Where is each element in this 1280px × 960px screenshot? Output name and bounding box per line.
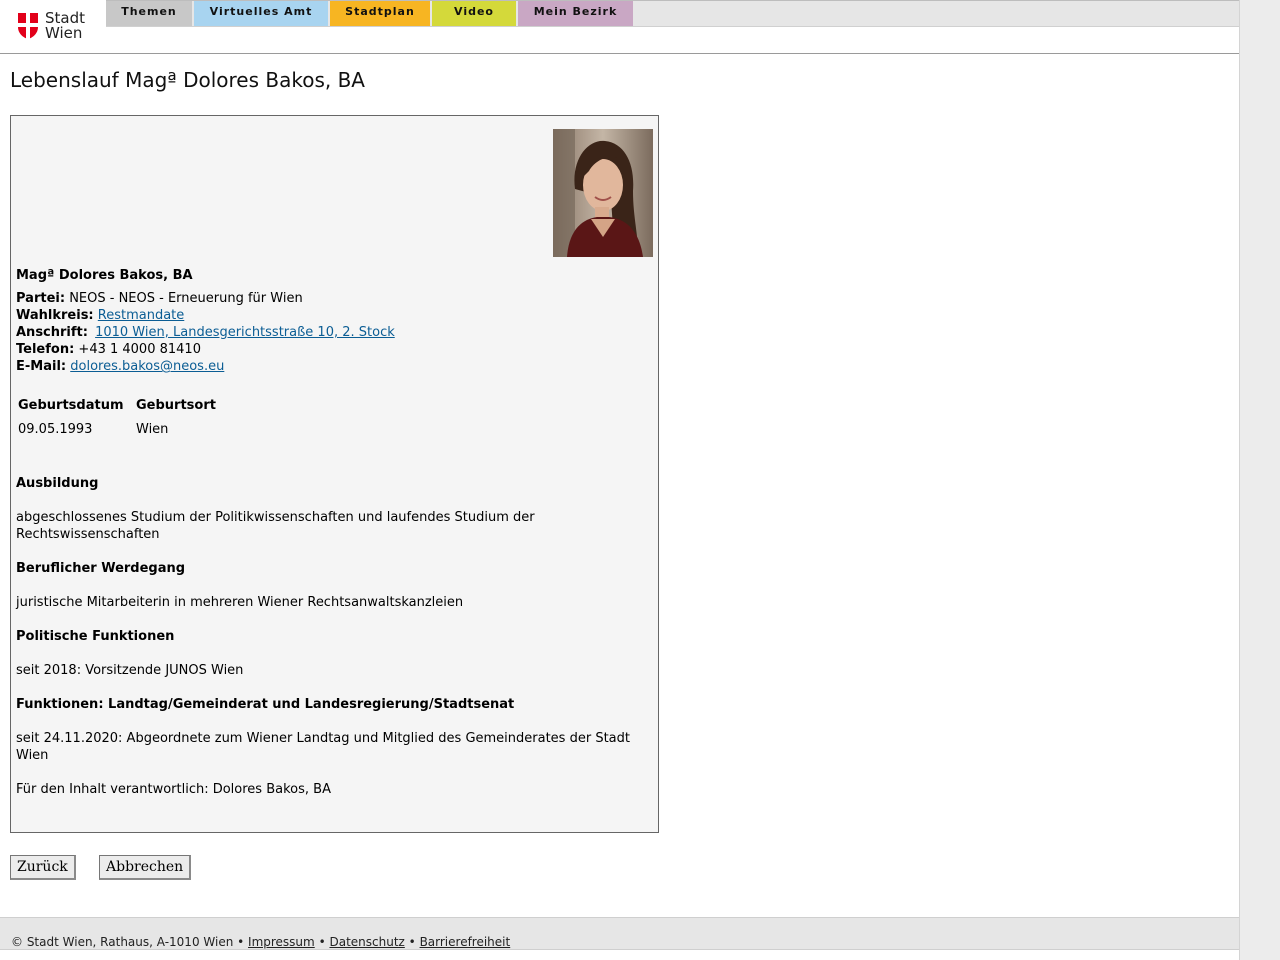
party-row: Partei: NEOS - NEOS - Erneuerung für Wie… xyxy=(16,290,303,307)
section-heading-ausbildung: Ausbildung xyxy=(16,476,99,491)
section-heading-politik: Politische Funktionen xyxy=(16,629,175,644)
address-link[interactable]: 1010 Wien, Landesgerichtsstraße 10, 2. S… xyxy=(95,325,395,340)
footer-separator-2: • xyxy=(408,935,416,949)
wien-shield-icon xyxy=(18,13,38,39)
section-heading-beruf: Beruflicher Werdegang xyxy=(16,561,186,576)
logo-text: Stadt Wien xyxy=(45,11,85,41)
footer-text: © Stadt Wien, Rathaus, A-1010 Wien • Imp… xyxy=(11,935,510,949)
cancel-button[interactable]: Abbrechen xyxy=(99,855,192,880)
footer-separator-1: • xyxy=(318,935,326,949)
telefon-row: Telefon: +43 1 4000 81410 xyxy=(16,341,201,358)
section-text-ausbildung: abgeschlossenes Studium der Politikwisse… xyxy=(16,510,535,542)
portrait-image xyxy=(553,129,653,257)
footer-copyright: © Stadt Wien, Rathaus, A-1010 Wien • xyxy=(11,935,245,949)
party-value: NEOS - NEOS - Erneuerung für Wien xyxy=(69,291,303,306)
anschrift-row: Anschrift: 1010 Wien, Landesgerichtsstra… xyxy=(16,324,395,341)
person-name: Magª Dolores Bakos, BA xyxy=(16,268,193,283)
email-label: E-Mail: xyxy=(16,359,67,374)
nav-tab-stadtplan[interactable]: Stadtplan xyxy=(330,1,430,26)
nav-tab-themen[interactable]: Themen xyxy=(106,1,192,26)
section-text-beruf: juristische Mitarbeiterin in mehreren Wi… xyxy=(16,595,464,610)
birth-place-header: Geburtsort xyxy=(136,398,216,413)
page-title: Lebenslauf Magª Dolores Bakos, BA xyxy=(10,68,365,92)
back-button[interactable]: Zurück xyxy=(10,855,76,880)
logo-line-2: Wien xyxy=(45,24,83,42)
responsible-note: Für den Inhalt verantwortlich: Dolores B… xyxy=(16,782,331,797)
cv-card: Magª Dolores Bakos, BA Partei: NEOS - NE… xyxy=(10,115,659,833)
site-footer: © Stadt Wien, Rathaus, A-1010 Wien • Imp… xyxy=(0,917,1239,950)
nav-tab-video[interactable]: Video xyxy=(432,1,516,26)
wahlkreis-link[interactable]: Restmandate xyxy=(98,308,185,323)
nav-tab-mein-bezirk[interactable]: Mein Bezirk xyxy=(518,1,633,26)
party-label: Partei: xyxy=(16,291,66,306)
birth-date-value: 09.05.1993 xyxy=(18,422,93,437)
wahlkreis-label: Wahlkreis: xyxy=(16,308,94,323)
section-heading-funktionen: Funktionen: Landtag/Gemeinderat und Land… xyxy=(16,697,515,712)
birth-place-value: Wien xyxy=(136,422,169,437)
main-navigation: Themen Virtuelles Amt Stadtplan Video Me… xyxy=(106,0,1239,27)
footer-impressum-link[interactable]: Impressum xyxy=(248,935,315,949)
footer-datenschutz-link[interactable]: Datenschutz xyxy=(329,935,404,949)
vertical-scrollbar[interactable] xyxy=(1239,0,1280,960)
email-link[interactable]: dolores.bakos@neos.eu xyxy=(70,359,224,374)
telefon-label: Telefon: xyxy=(16,342,75,357)
birth-date-header: Geburtsdatum xyxy=(18,398,124,413)
telefon-value: +43 1 4000 81410 xyxy=(78,342,201,357)
footer-barrierefreiheit-link[interactable]: Barrierefreiheit xyxy=(420,935,511,949)
email-row: E-Mail: dolores.bakos@neos.eu xyxy=(16,358,224,375)
site-header: Stadt Wien Themen Virtuelles Amt Stadtpl… xyxy=(0,0,1239,54)
wahlkreis-row: Wahlkreis: Restmandate xyxy=(16,307,184,324)
section-text-funktionen: seit 24.11.2020: Abgeordnete zum Wiener … xyxy=(16,731,630,763)
anschrift-label: Anschrift: xyxy=(16,325,88,340)
nav-tab-virtuelles-amt[interactable]: Virtuelles Amt xyxy=(194,1,328,26)
portrait-photo xyxy=(553,129,653,257)
stadt-wien-logo[interactable]: Stadt Wien xyxy=(17,10,97,42)
section-text-politik: seit 2018: Vorsitzende JUNOS Wien xyxy=(16,663,244,678)
